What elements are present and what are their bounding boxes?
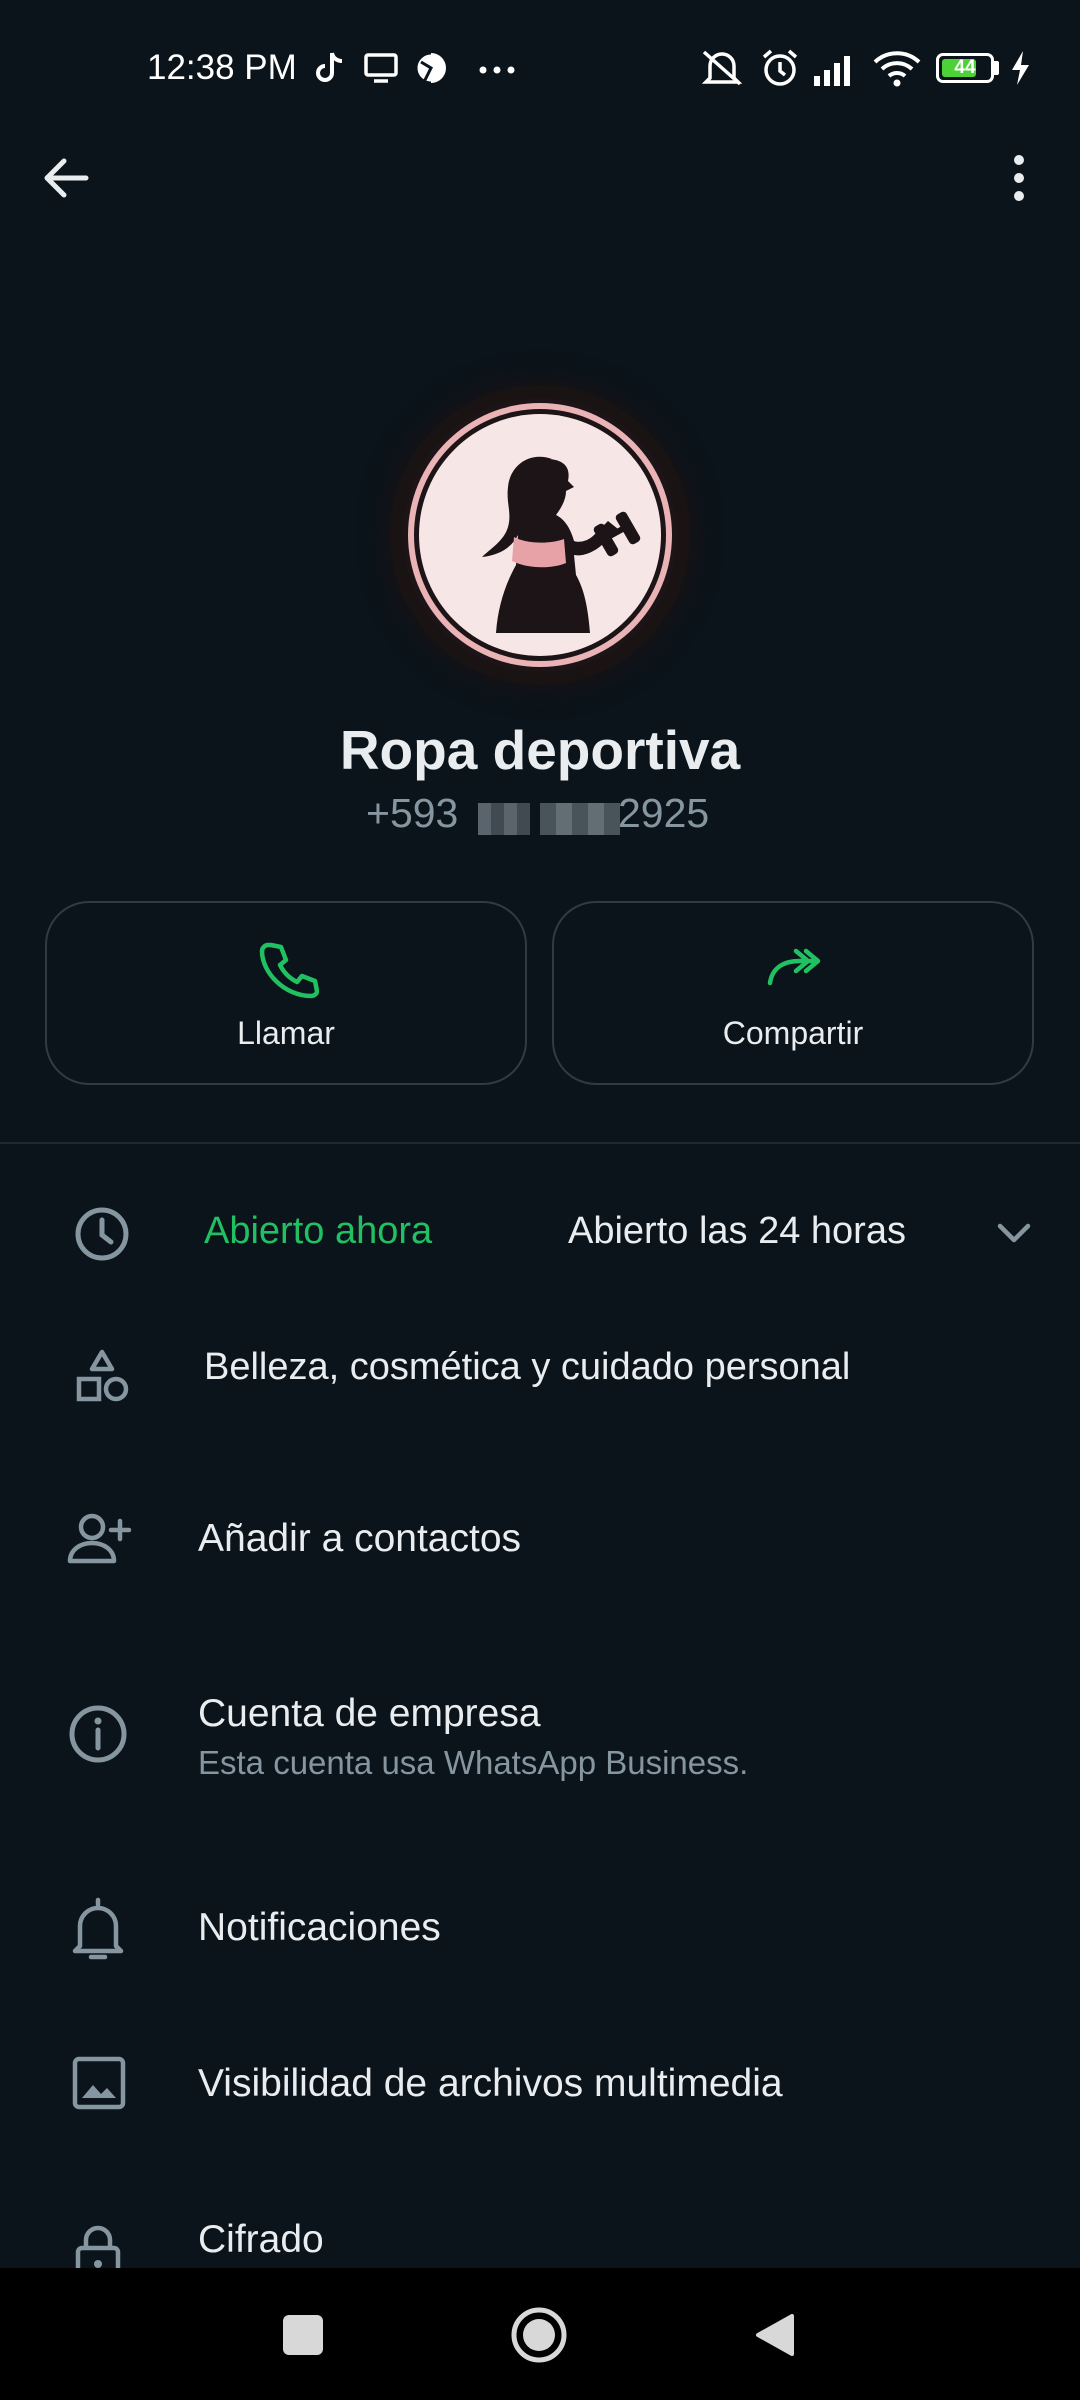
avatar[interactable]	[402, 397, 678, 673]
share-icon	[767, 948, 821, 986]
add-contact-row[interactable]: Añadir a contactos	[0, 1495, 1080, 1591]
bell-icon	[72, 1897, 124, 1960]
category-row: Belleza, cosmética y cuidado personal	[0, 1325, 1080, 1415]
redacted-digits	[478, 803, 530, 835]
contact-name: Ropa deportiva	[339, 719, 741, 781]
notifications-row[interactable]: Notificaciones	[0, 1880, 1080, 1980]
open-status: Abierto ahora	[204, 1210, 433, 1252]
battery-icon: 44	[936, 53, 994, 83]
media-visibility-row[interactable]: Visibilidad de archivos multimedia	[0, 2036, 1080, 2136]
business-subtitle: Esta cuenta usa WhatsApp Business.	[198, 1744, 749, 1781]
arrow-back-icon[interactable]	[40, 152, 92, 204]
clock-icon	[75, 1207, 129, 1261]
call-label: Llamar	[237, 1015, 335, 1051]
divider	[0, 1142, 1080, 1144]
signal-icon	[814, 56, 850, 86]
image-icon	[72, 2056, 126, 2110]
add-contact-label: Añadir a contactos	[198, 1517, 522, 1560]
back-button[interactable]	[752, 2312, 796, 2358]
browser-icon	[414, 51, 446, 85]
phone-icon	[259, 942, 319, 999]
recents-button[interactable]	[283, 2315, 323, 2355]
encryption-label: Cifrado	[198, 2218, 324, 2261]
wifi-icon	[873, 51, 921, 87]
shapes-icon	[76, 1349, 129, 1402]
alarm-icon	[762, 49, 798, 86]
lock-icon	[75, 2225, 121, 2268]
status-bar: 12:38 PM 44	[0, 0, 1080, 140]
battery-nub	[994, 61, 999, 75]
category-text: Belleza, cosmética y cuidado personal	[204, 1346, 851, 1388]
media-visibility-label: Visibilidad de archivos multimedia	[198, 2062, 783, 2105]
call-button[interactable]: Llamar	[45, 901, 527, 1085]
chevron-down-icon[interactable]	[994, 1218, 1034, 1248]
battery-level: 44	[954, 57, 976, 78]
redacted-digits	[540, 803, 620, 835]
info-icon	[69, 1705, 127, 1763]
home-button[interactable]	[510, 2306, 568, 2364]
more-vert-icon[interactable]	[1002, 150, 1036, 206]
mute-icon	[701, 50, 743, 86]
share-button[interactable]: Compartir	[552, 901, 1034, 1085]
phone-suffix: 2925	[618, 790, 710, 836]
share-label: Compartir	[722, 1015, 864, 1051]
more-dots-icon	[479, 66, 515, 74]
encryption-row[interactable]: Cifrado	[0, 2200, 1080, 2268]
business-account-row[interactable]: Cuenta de empresa Esta cuenta usa WhatsA…	[0, 1680, 1080, 1810]
tv-icon	[364, 53, 398, 83]
phone-prefix: +593	[366, 790, 459, 836]
business-title: Cuenta de empresa	[198, 1692, 541, 1735]
tiktok-icon	[316, 52, 343, 82]
charging-icon	[1012, 51, 1029, 85]
open-hours: Abierto las 24 horas	[568, 1210, 906, 1252]
status-time: 12:38 PM	[147, 48, 297, 87]
notifications-label: Notificaciones	[198, 1906, 441, 1949]
add-person-icon	[67, 1513, 132, 1564]
hours-row[interactable]: Abierto ahora Abierto las 24 horas	[0, 1190, 1080, 1280]
system-nav-bar	[0, 2268, 1080, 2400]
